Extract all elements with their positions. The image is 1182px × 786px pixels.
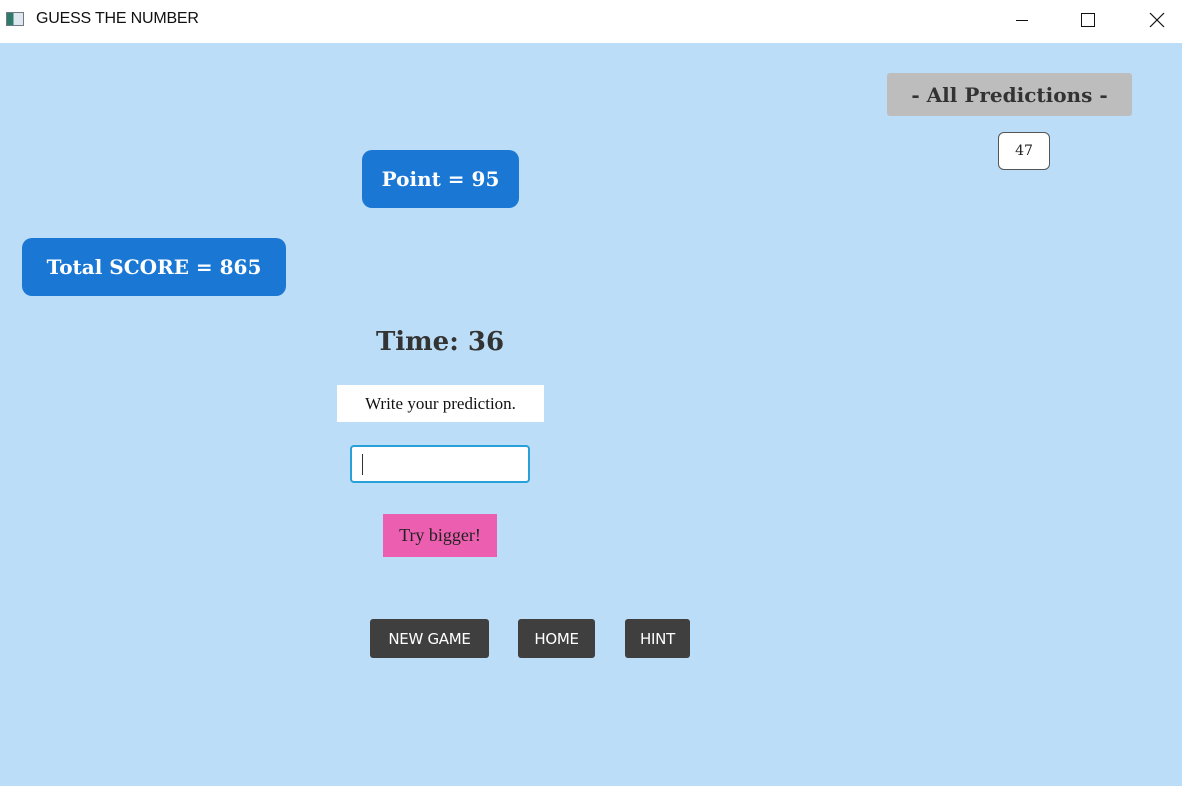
title-bar[interactable]: GUESS THE NUMBER <box>0 0 1182 42</box>
total-score-badge: Total SCORE = 865 <box>22 238 286 296</box>
maximize-button[interactable] <box>1065 0 1111 40</box>
app-icon <box>6 12 24 26</box>
close-icon <box>1149 12 1165 28</box>
prediction-prompt: Write your prediction. <box>337 385 544 422</box>
all-predictions-header: - All Predictions - <box>887 73 1132 116</box>
maximize-icon <box>1081 13 1095 27</box>
prediction-chip: 47 <box>998 132 1050 170</box>
game-area: - All Predictions - 47 Point = 95 Total … <box>0 43 1182 786</box>
new-game-button[interactable]: NEW GAME <box>370 619 489 658</box>
timer-label: Time: 36 <box>375 327 505 357</box>
point-badge: Point = 95 <box>362 150 519 208</box>
minimize-icon <box>1016 20 1028 21</box>
prediction-input[interactable] <box>350 445 530 483</box>
home-button[interactable]: HOME <box>518 619 595 658</box>
window-title: GUESS THE NUMBER <box>36 10 199 27</box>
app-window: GUESS THE NUMBER - All Predictions - 47 … <box>0 0 1182 786</box>
text-caret <box>362 454 363 475</box>
hint-button[interactable]: HINT <box>625 619 690 658</box>
minimize-button[interactable] <box>999 0 1045 40</box>
hint-message: Try bigger! <box>383 514 497 557</box>
close-button[interactable] <box>1134 0 1180 40</box>
